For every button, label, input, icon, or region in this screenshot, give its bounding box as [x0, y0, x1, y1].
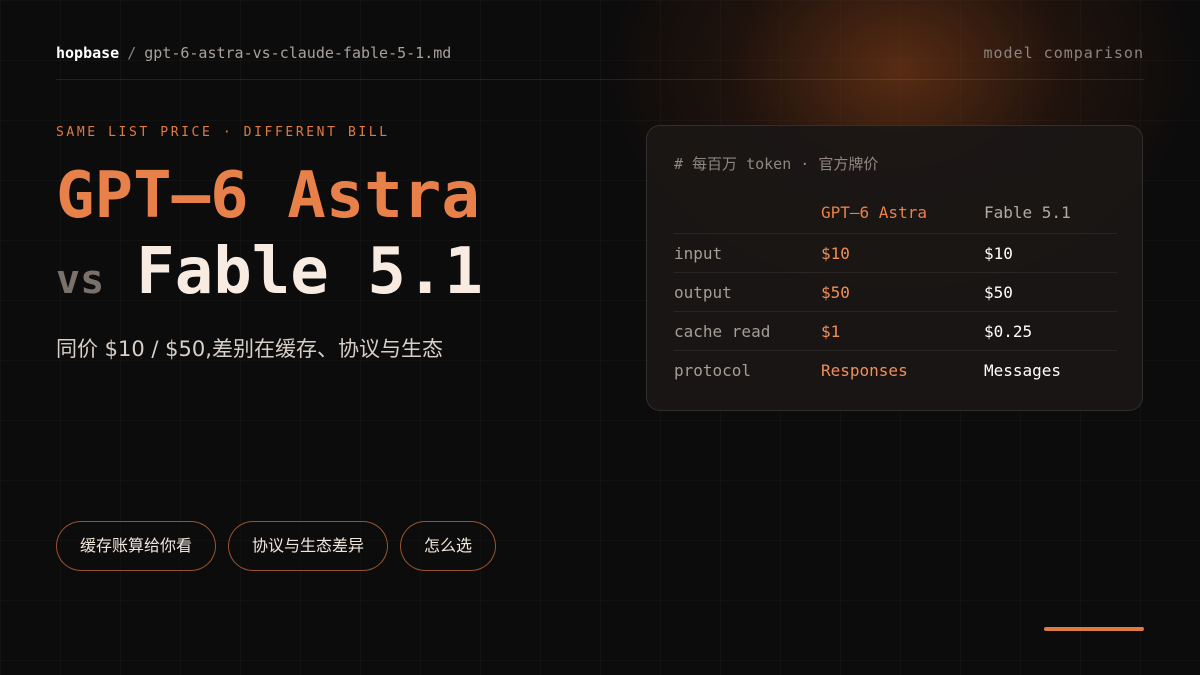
brand-name[interactable]: hopbase — [56, 44, 119, 62]
price-table-header-model-b: Fable 5.1 — [984, 191, 1117, 234]
price-table-header-row: GPT–6 Astra Fable 5.1 — [674, 191, 1117, 234]
page-subtitle: 同价 $10 / $50,差别在缓存、协议与生态 — [56, 337, 443, 361]
title-model-a: GPT–6 Astra — [56, 159, 480, 233]
accent-bar — [1044, 627, 1144, 631]
model-a-value: $1 — [821, 311, 984, 351]
price-table-header-label — [674, 191, 821, 234]
model-a-value: Responses — [821, 360, 908, 380]
row-label: output — [674, 272, 821, 312]
pill-protocol-ecosystem[interactable]: 协议与生态差异 — [228, 521, 389, 571]
nav-pills: 缓存账算给你看 协议与生态差异 怎么选 — [56, 521, 508, 571]
model-a-value: $10 — [821, 233, 984, 273]
row-label: input — [674, 233, 821, 273]
breadcrumb: hopbase / gpt-6-astra-vs-claude-fable-5-1.… — [56, 44, 451, 62]
title-model-b: Fable 5.1 — [136, 235, 483, 309]
vs-label: vs — [56, 257, 105, 303]
section-label: model comparison — [983, 44, 1144, 62]
model-b-value: $10 — [984, 233, 1117, 273]
breadcrumb-filename: gpt-6-astra-vs-claude-fable-5-1.md — [144, 44, 452, 62]
model-a-value: $50 — [821, 272, 984, 312]
row-label: cache read — [674, 311, 821, 351]
price-comparison-card: # 每百万 token · 官方牌价 GPT–6 Astra Fable 5.1… — [646, 125, 1143, 411]
price-table-header-model-a: GPT–6 Astra — [821, 191, 984, 234]
model-b-value: Messages — [984, 360, 1062, 380]
title-line-2: vs Fable 5.1 — [56, 236, 483, 316]
model-b-value: $0.25 — [984, 311, 1117, 351]
top-bar: hopbase / gpt-6-astra-vs-claude-fable-5-1.… — [56, 42, 1144, 80]
pill-how-to-choose[interactable]: 怎么选 — [400, 521, 497, 571]
table-row: cache read $1 $0.25 — [674, 311, 1117, 351]
price-card-note: # 每百万 token · 官方牌价 — [674, 155, 879, 173]
row-label: protocol — [674, 360, 752, 380]
breadcrumb-separator: / — [127, 44, 137, 62]
table-row: input $10 $10 — [674, 233, 1117, 273]
model-b-value: $50 — [984, 272, 1117, 312]
table-row: output $50 $50 — [674, 272, 1117, 312]
table-row: protocol Responses Messages — [674, 351, 1117, 390]
eyebrow-tagline: SAME LIST PRICE · DIFFERENT BILL — [56, 125, 390, 140]
price-table: GPT–6 Astra Fable 5.1 input $10 $10 outp… — [674, 191, 1117, 389]
pill-cache-math[interactable]: 缓存账算给你看 — [56, 521, 217, 571]
